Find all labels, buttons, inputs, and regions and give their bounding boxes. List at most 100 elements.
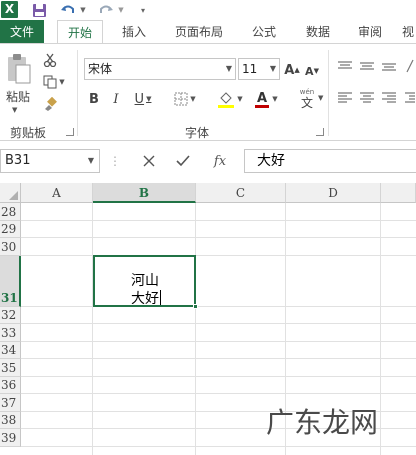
- row-header[interactable]: 37: [0, 394, 21, 412]
- font-color-icon[interactable]: A ▼: [251, 89, 281, 109]
- clipboard-group-label: 剪贴板: [10, 126, 47, 140]
- column-header-a[interactable]: A: [21, 183, 93, 203]
- fill-handle[interactable]: [193, 304, 198, 309]
- tab-insert[interactable]: 插入: [112, 20, 156, 44]
- formula-input[interactable]: 大好: [244, 149, 416, 173]
- row-header[interactable]: 28: [0, 203, 21, 221]
- gridline: [21, 237, 416, 238]
- align-left-icon[interactable]: [336, 90, 354, 106]
- row-header[interactable]: 34: [0, 342, 21, 359]
- gridline: [21, 220, 416, 221]
- underline-icon[interactable]: U ▼: [128, 90, 158, 108]
- tab-formulas[interactable]: 公式: [244, 20, 284, 44]
- tab-data[interactable]: 数据: [298, 20, 338, 44]
- copy-icon[interactable]: ▼: [42, 74, 66, 90]
- ribbon-home: 粘贴 ▼ ▼ 剪贴板 宋体 ▼ 11 ▼ A ▲ A ▼ B I U ▼ ▼ ▼ A ▼…: [0, 44, 416, 141]
- cell-text-line2: 大好: [131, 290, 161, 308]
- font-name-dropdown-icon[interactable]: ▼: [226, 59, 232, 79]
- align-middle-icon[interactable]: [358, 58, 376, 74]
- select-all-button[interactable]: [0, 183, 21, 203]
- tab-file[interactable]: 文件: [0, 20, 44, 44]
- paste-icon[interactable]: [4, 50, 34, 88]
- borders-icon[interactable]: ▼: [170, 90, 200, 108]
- align-center-icon[interactable]: [358, 90, 376, 106]
- gridline: [21, 376, 416, 377]
- gridline: [21, 255, 416, 256]
- formula-bar: B31 ▼ ⋮ fx 大好: [0, 142, 416, 182]
- column-header-e[interactable]: [381, 183, 416, 203]
- formula-bar-grip-icon[interactable]: ⋮: [109, 150, 121, 172]
- phonetic-dropdown-icon[interactable]: ▼: [318, 94, 323, 102]
- name-box-value: B31: [5, 153, 31, 168]
- align-bottom-icon[interactable]: [380, 58, 398, 74]
- active-cell-b31[interactable]: 河山 大好: [93, 255, 198, 309]
- ribbon-separator: [328, 50, 329, 136]
- redo-dropdown-icon[interactable]: ▼: [116, 1, 126, 19]
- worksheet-grid[interactable]: A B C D 28 29 30 31 32 33 34 35 36 37 38…: [0, 183, 416, 455]
- tab-page-layout[interactable]: 页面布局: [166, 20, 232, 44]
- gridline: [380, 203, 381, 455]
- font-name-value: 宋体: [88, 62, 113, 76]
- bold-icon[interactable]: B: [86, 90, 102, 108]
- font-size-value: 11: [242, 62, 258, 76]
- format-painter-icon[interactable]: [42, 96, 58, 112]
- cell-text-line2-value: 大好: [131, 291, 159, 307]
- font-size-combo[interactable]: 11 ▼: [238, 58, 280, 80]
- row-header[interactable]: 36: [0, 377, 21, 394]
- increase-font-size-icon[interactable]: A ▲: [283, 61, 301, 79]
- undo-icon[interactable]: [60, 1, 76, 19]
- ribbon-tabs: 文件 开始 插入 页面布局 公式 数据 审阅 视: [0, 20, 416, 45]
- phonetic-wen-char: 文: [300, 96, 313, 110]
- tab-home[interactable]: 开始: [57, 20, 103, 45]
- tab-view[interactable]: 视: [400, 20, 416, 44]
- gridline: [21, 323, 416, 324]
- italic-icon[interactable]: I: [108, 90, 124, 108]
- align-top-icon[interactable]: [336, 58, 354, 74]
- customize-qat-icon[interactable]: ▾: [137, 1, 149, 19]
- font-group-label: 字体: [185, 126, 210, 140]
- orientation-icon[interactable]: [404, 56, 416, 76]
- indent-icon[interactable]: [404, 90, 416, 106]
- row-header[interactable]: 39: [0, 429, 21, 447]
- tab-review[interactable]: 审阅: [350, 20, 390, 44]
- row-header[interactable]: 35: [0, 359, 21, 377]
- font-name-combo[interactable]: 宋体 ▼: [84, 58, 236, 80]
- gridline: [21, 306, 416, 307]
- enter-icon[interactable]: [172, 150, 194, 172]
- column-header-b[interactable]: B: [93, 183, 196, 203]
- svg-text:A: A: [257, 91, 267, 106]
- redo-icon[interactable]: [98, 1, 114, 19]
- row-header[interactable]: 33: [0, 324, 21, 342]
- quick-access-toolbar: X ▼ ▼ ▾: [0, 0, 416, 20]
- excel-logo-icon: X: [1, 1, 18, 18]
- column-header-d[interactable]: D: [286, 183, 381, 203]
- font-launcher-icon[interactable]: [316, 128, 324, 136]
- fill-color-icon[interactable]: ▼: [214, 89, 246, 109]
- row-header[interactable]: 38: [0, 412, 21, 429]
- row-header[interactable]: 32: [0, 307, 21, 324]
- ribbon-separator: [77, 50, 78, 136]
- cut-icon[interactable]: [42, 52, 58, 68]
- row-header[interactable]: 29: [0, 221, 21, 238]
- name-box-dropdown-icon[interactable]: ▼: [88, 150, 94, 172]
- paste-dropdown-icon[interactable]: ▼: [12, 106, 17, 114]
- cell-text-line1: 河山: [131, 273, 159, 289]
- column-header-c[interactable]: C: [196, 183, 286, 203]
- font-size-dropdown-icon[interactable]: ▼: [270, 59, 276, 79]
- row-header-selected[interactable]: 31: [0, 256, 21, 307]
- decrease-font-size-icon[interactable]: A ▼: [303, 62, 321, 80]
- name-box[interactable]: B31 ▼: [0, 149, 100, 173]
- gridline: [21, 341, 416, 342]
- undo-dropdown-icon[interactable]: ▼: [78, 1, 88, 19]
- save-icon[interactable]: [30, 1, 48, 19]
- text-cursor: [160, 290, 161, 305]
- gridline: [92, 203, 93, 455]
- align-right-icon[interactable]: [380, 90, 398, 106]
- insert-function-icon[interactable]: fx: [208, 150, 232, 172]
- gridline: [21, 393, 416, 394]
- paste-label[interactable]: 粘贴: [6, 88, 34, 105]
- cancel-icon[interactable]: [138, 150, 160, 172]
- gridline: [195, 203, 196, 455]
- row-header[interactable]: 30: [0, 238, 21, 256]
- clipboard-launcher-icon[interactable]: [66, 128, 74, 136]
